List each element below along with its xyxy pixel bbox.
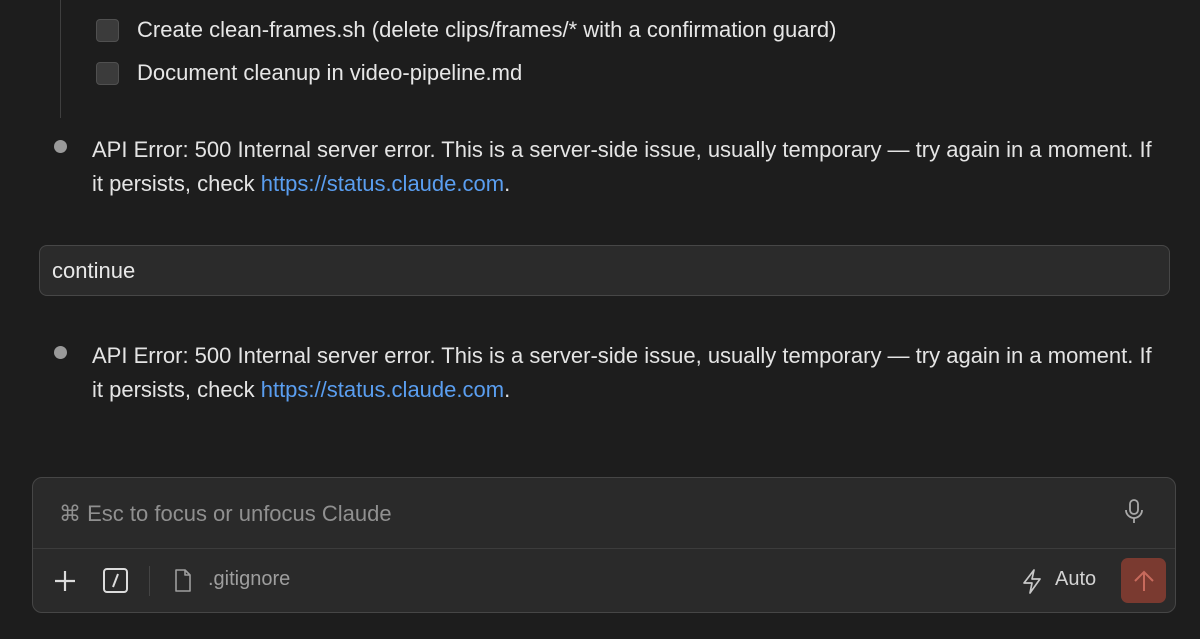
bullet-dot-icon [54,140,67,153]
mic-icon[interactable] [1123,498,1145,526]
composer: ⌘ Esc to focus or unfocus Claude .gitign… [32,477,1176,613]
chat-page: Create clean-frames.sh (delete clips/fra… [0,0,1200,639]
status-link[interactable]: https://status.claude.com [261,377,504,402]
timeline-line [60,0,61,118]
composer-toolbar: .gitignore Auto [33,549,1175,612]
user-message-text: continue [52,257,136,283]
checklist-item-label: Create clean-frames.sh (delete clips/fra… [137,17,837,42]
prompt-input[interactable]: ⌘ Esc to focus or unfocus Claude [33,478,1175,550]
checkbox[interactable] [96,61,119,85]
error-message-text: API Error: 500 Internal server error. Th… [92,343,1152,402]
checklist-item-label: Document cleanup in video-pipeline.md [137,60,523,85]
toolbar-separator [149,566,150,596]
mode-selector[interactable]: Auto [1055,568,1096,591]
attached-file-chip[interactable]: .gitignore [208,568,290,591]
checklist-item: Document cleanup in video-pipeline.md [96,60,522,86]
status-link[interactable]: https://status.claude.com [261,171,504,196]
send-button[interactable] [1121,558,1166,603]
prompt-placeholder: ⌘ Esc to focus or unfocus Claude [59,501,392,526]
bullet-dot-icon [54,346,67,359]
error-message-text: API Error: 500 Internal server error. Th… [92,137,1152,196]
user-message-bubble: continue [39,245,1170,296]
arrow-up-icon [1133,570,1154,591]
checkbox[interactable] [96,18,119,42]
plus-icon[interactable] [53,569,77,593]
checklist-item: Create clean-frames.sh (delete clips/fra… [96,17,836,43]
error-message: API Error: 500 Internal server error. Th… [54,133,1154,201]
error-message: API Error: 500 Internal server error. Th… [54,339,1154,407]
file-icon [175,569,191,592]
bolt-icon[interactable] [1021,569,1043,594]
slash-command-icon[interactable] [102,567,129,594]
